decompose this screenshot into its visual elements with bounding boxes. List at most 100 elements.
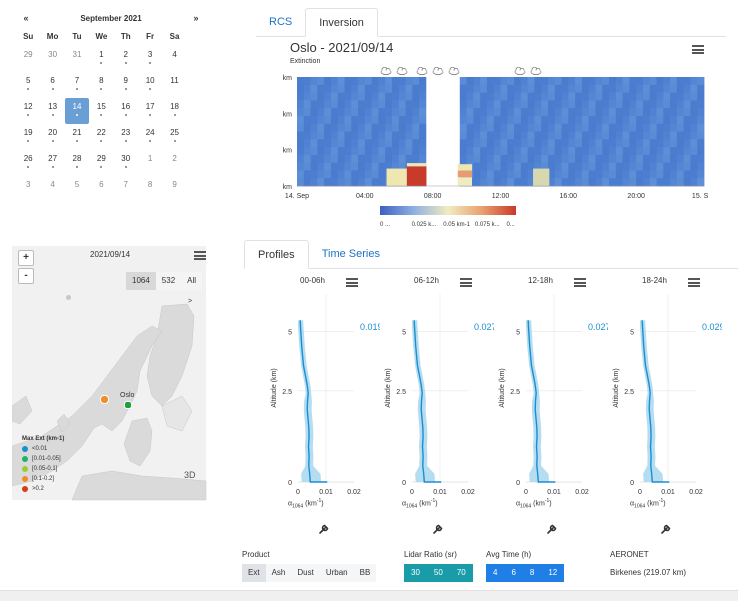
data-available-dot [100,140,103,142]
calendar-day[interactable]: 1 [138,150,162,176]
tab-profiles[interactable]: Profiles [244,240,309,269]
calendar-day[interactable]: 23 [114,124,138,150]
tab-time-series[interactable]: Time Series [309,240,393,268]
calendar-day[interactable]: 2 [114,46,138,72]
wrench-icon[interactable] [660,522,672,534]
profile-x-tick: 0.02 [575,489,589,496]
calendar-day[interactable]: 27 [40,150,64,176]
weekday-header: Tu [72,32,82,41]
map-zoom-out-button[interactable]: - [18,268,34,284]
profile-x-tick: 0.01 [319,489,333,496]
calendar-day[interactable]: 12 [16,98,40,124]
avg-time-button-12[interactable]: 12 [541,564,565,582]
calendar-day[interactable]: 31 [65,46,89,72]
profile-value: 0.019 [360,322,380,332]
lidar-ratio-button-30[interactable]: 30 [404,564,427,582]
calendar-day[interactable]: 6 [89,176,113,202]
calendar-day[interactable]: 3 [16,176,40,202]
calendar-prev-button[interactable]: « [16,13,36,23]
map-legend-item: [0.1-0.2] [22,474,64,484]
calendar-day[interactable]: 29 [16,46,40,72]
calendar-day[interactable]: 8 [89,72,113,98]
calendar-day[interactable]: 16 [114,98,138,124]
cloud-icon [396,66,408,75]
map-zoom-in-button[interactable]: + [18,250,34,266]
map-expand-button[interactable]: > [188,298,192,305]
calendar-day[interactable]: 4 [40,176,64,202]
product-button-ash[interactable]: Ash [265,564,292,582]
calendar-day-number: 6 [99,180,104,189]
calendar-day[interactable]: 20 [40,124,64,150]
calendar-day[interactable]: 4 [162,46,186,72]
product-button-ext[interactable]: Ext [242,564,266,582]
station-marker-gray[interactable] [66,295,71,300]
calendar-day[interactable]: 26 [16,150,40,176]
calendar-day[interactable]: 13 [40,98,64,124]
product-button-bb[interactable]: BB [353,564,377,582]
calendar-day[interactable]: 11 [162,72,186,98]
calendar-day[interactable]: 19 [16,124,40,150]
calendar-day-number: 26 [23,154,33,163]
legend-swatch [22,476,28,482]
avg-time-button-6[interactable]: 6 [504,564,523,582]
wavelength-button-all[interactable]: All [181,272,203,290]
calendar-day[interactable]: 30 [40,46,64,72]
aeronet-value[interactable]: Birkenes (219.07 km) [610,568,686,577]
map-3d-button[interactable]: 3D [184,470,196,480]
calendar-day[interactable]: 9 [162,176,186,202]
product-button-dust[interactable]: Dust [291,564,320,582]
profile-uncertainty-band [526,320,573,482]
calendar-day[interactable]: 25 [162,124,186,150]
profile-y-tick: 0 [630,480,634,487]
calendar-day[interactable]: 5 [16,72,40,98]
calendar-day[interactable]: 8 [138,176,162,202]
calendar-day-number: 2 [123,50,128,59]
station-marker-orange[interactable] [100,395,109,404]
avg-time-label: Avg Time (h) [486,550,532,559]
wavelength-button-532[interactable]: 532 [155,272,182,290]
calendar-day[interactable]: 7 [65,72,89,98]
map-menu-icon[interactable] [194,251,206,260]
station-marker-oslo[interactable] [124,401,132,409]
calendar-day[interactable]: 2 [162,150,186,176]
calendar-day[interactable]: 22 [89,124,113,150]
calendar-day-number: 27 [48,154,58,163]
calendar-day[interactable]: 21 [65,124,89,150]
calendar-day[interactable]: 3 [138,46,162,72]
avg-time-button-4[interactable]: 4 [486,564,505,582]
legend-label: [0.05-0.1] [32,466,58,472]
calendar-day[interactable]: 5 [65,176,89,202]
calendar-day-selected[interactable]: 14 [64,98,90,124]
calendar-day[interactable]: 24 [138,124,162,150]
calendar-day[interactable]: 10 [138,72,162,98]
profile-x-tick: 0 [524,489,528,496]
calendar-day[interactable]: 29 [89,150,113,176]
wrench-icon[interactable] [432,522,444,534]
data-available-dot [75,88,78,90]
calendar-day[interactable]: 6 [40,72,64,98]
tab-inversion[interactable]: Inversion [305,8,378,37]
calendar-next-button[interactable]: » [186,13,206,23]
lidar-ratio-button-70[interactable]: 70 [449,564,473,582]
profile-x-label: α1064 (km-1) [630,498,666,510]
calendar-week: 29 30 31 1 2 3 4 [16,46,206,72]
wavelength-button-1064[interactable]: 1064 [126,272,156,290]
calendar-day[interactable]: 9 [114,72,138,98]
heatmap-plot: 6 km 4 km 2 km 0 km 14. Sep 04:00 08:00 12:00 16… [282,66,708,228]
wrench-icon[interactable] [318,522,330,534]
calendar-day[interactable]: 18 [162,98,186,124]
map-legend-item: <0.01 [22,444,64,454]
data-available-dot [75,166,78,168]
product-button-urban[interactable]: Urban [319,564,354,582]
heatmap-chart: Oslo - 2021/09/14 Extinction 6 km4 km2 k… [282,40,708,240]
wrench-icon[interactable] [546,522,558,534]
avg-time-button-8[interactable]: 8 [522,564,542,582]
calendar-day[interactable]: 1 [89,46,113,72]
tab-rcs[interactable]: RCS [256,8,305,36]
calendar-day[interactable]: 15 [89,98,113,124]
calendar-day[interactable]: 30 [114,150,138,176]
calendar-day[interactable]: 17 [138,98,162,124]
calendar-day[interactable]: 7 [114,176,138,202]
calendar-day[interactable]: 28 [65,150,89,176]
lidar-ratio-button-50[interactable]: 50 [426,564,450,582]
